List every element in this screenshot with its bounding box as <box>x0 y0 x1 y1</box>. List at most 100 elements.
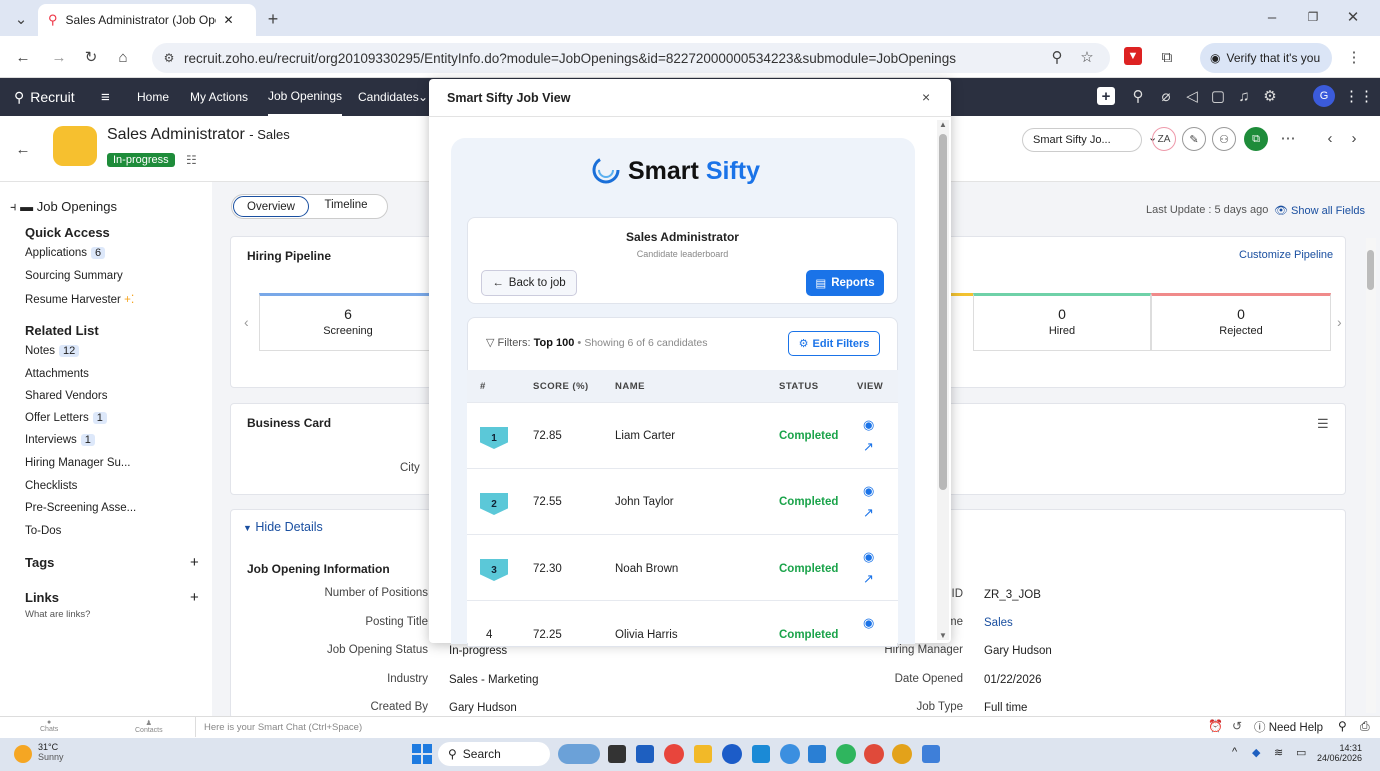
bell-icon[interactable]: ♫ <box>1234 86 1254 106</box>
field-value[interactable]: Sales - Marketing <box>449 674 538 686</box>
browser-menu-icon[interactable]: ⋮ <box>1344 46 1364 68</box>
sidebar-item-checklists[interactable]: Checklists <box>25 480 77 492</box>
extension-icon[interactable]: ▼ <box>1124 47 1142 65</box>
sidebar-item-attachments[interactable]: Attachments <box>25 368 89 380</box>
back-to-job-button[interactable]: ← Back to job <box>481 270 577 296</box>
filter-lines-icon[interactable]: ☰ <box>1317 416 1329 432</box>
sidebar-item-notes[interactable]: Notes 12 <box>25 345 80 357</box>
more-icon[interactable]: ⋯ <box>1278 128 1298 148</box>
windows-start-icon[interactable] <box>412 744 432 764</box>
show-all-fields[interactable]: 👁 Show all Fields <box>1274 204 1365 217</box>
ai-icon[interactable]: ZA <box>1152 127 1176 151</box>
edge-icon[interactable] <box>780 744 800 764</box>
zoom-icon[interactable]: ⚲ <box>1046 46 1068 68</box>
weather-widget[interactable]: 31°C Sunny <box>38 742 64 762</box>
pin-icon[interactable]: ⌀ <box>1156 86 1176 106</box>
new-tab-icon[interactable]: + <box>262 8 284 30</box>
chats-button[interactable]: ● Chats <box>40 719 58 733</box>
table-row[interactable]: 3 72.30 Noah Brown Completed ◉ ↗ <box>467 534 898 600</box>
tray-chevron-icon[interactable]: ^ <box>1232 746 1237 758</box>
pipeline-next-icon[interactable]: › <box>1337 314 1342 330</box>
add-link-icon[interactable]: + <box>190 589 199 606</box>
verify-button[interactable]: ◉ Verify that it's you <box>1200 43 1332 73</box>
hide-details-toggle[interactable]: ▼ Hide Details <box>243 520 323 534</box>
chrome-icon[interactable] <box>664 744 684 764</box>
tab-overview[interactable]: Overview <box>233 196 309 217</box>
table-row[interactable]: 2 72.55 John Taylor Completed ◉ ↗ <box>467 468 898 534</box>
contacts-button[interactable]: ♟ Contacts <box>135 719 163 734</box>
print-icon[interactable]: ⎙ <box>1360 719 1370 734</box>
minimize-icon[interactable]: – <box>1262 6 1282 28</box>
links-help[interactable]: What are links? <box>25 609 90 620</box>
table-row[interactable]: 1 72.85 Liam Carter Completed ◉ ↗ <box>467 402 898 468</box>
prev-record-icon[interactable]: ‹ <box>1320 128 1340 148</box>
scroll-up-icon[interactable]: ▲ <box>939 120 947 129</box>
sidebar-item-hiring-manager[interactable]: Hiring Manager Su... <box>25 457 130 469</box>
edit-filters-button[interactable]: ⚙ Edit Filters <box>788 331 880 356</box>
sidebar-back[interactable]: ⫞ ▬ Job Openings <box>10 199 117 215</box>
gear-icon[interactable]: ⚙ <box>1260 86 1280 106</box>
calendar-icon[interactable]: ▢ <box>1208 86 1228 106</box>
smart-chat-input[interactable]: Here is your Smart Chat (Ctrl+Space) <box>204 722 362 733</box>
customize-pipeline-link[interactable]: Customize Pipeline <box>1239 249 1333 261</box>
stage-screening[interactable]: 6 Screening <box>259 293 437 351</box>
clock[interactable]: 14:31 24/06/2026 <box>1316 743 1362 763</box>
need-help-button[interactable]: ⓘ Need Help <box>1254 719 1323 735</box>
smart-select[interactable]: Smart Sifty Jo... <box>1022 128 1142 152</box>
search-icon[interactable]: ⚲ <box>1128 86 1148 106</box>
store-icon[interactable] <box>752 745 770 763</box>
field-value[interactable]: Sales <box>984 617 1013 629</box>
nav-my-actions[interactable]: My Actions <box>190 78 248 116</box>
app-logo[interactable]: ⚲ Recruit <box>14 78 75 116</box>
sidebar-item-interviews[interactable]: Interviews 1 <box>25 434 95 446</box>
eye-icon[interactable]: ◉ <box>863 483 874 499</box>
forward-icon[interactable]: → <box>48 46 70 68</box>
url-bar[interactable]: recruit.zoho.eu/recruit/org20109330295/E… <box>152 43 1110 73</box>
file-explorer-icon[interactable] <box>694 745 712 763</box>
pipeline-prev-icon[interactable]: ‹ <box>244 314 249 330</box>
eye-icon[interactable]: ◉ <box>863 615 874 631</box>
avatar[interactable]: G <box>1313 85 1335 107</box>
home-icon[interactable]: ⌂ <box>112 46 134 68</box>
browser-tab[interactable]: ⚲ Sales Administrator (Job Openi ✕ <box>38 4 256 36</box>
external-link-icon[interactable]: ↗ <box>863 571 874 587</box>
field-value[interactable]: 01/22/2026 <box>984 674 1042 686</box>
restore-icon[interactable]: ❐ <box>1303 6 1323 28</box>
note-icon[interactable]: ✎ <box>1182 127 1206 151</box>
modal-close-icon[interactable]: × <box>922 89 930 105</box>
table-row[interactable]: 4 72.25 Olivia Harris Completed ◉ <box>467 600 898 643</box>
smart-sifty-icon[interactable]: ⧉ <box>1244 127 1268 151</box>
eye-icon[interactable]: ◉ <box>863 549 874 565</box>
opera-icon[interactable] <box>864 744 884 764</box>
nav-candidates[interactable]: Candidates <box>358 78 419 116</box>
reports-button[interactable]: ▤ Reports <box>806 270 884 296</box>
sidebar-item-offer-letters[interactable]: Offer Letters 1 <box>25 412 107 424</box>
extensions-puzzle-icon[interactable]: ⧉ <box>1156 46 1178 68</box>
assign-icon[interactable]: ⚇ <box>1212 127 1236 151</box>
field-value[interactable]: Gary Hudson <box>449 702 517 714</box>
scroll-down-icon[interactable]: ▼ <box>939 631 947 640</box>
nav-job-openings[interactable]: Job Openings <box>268 78 343 116</box>
bookmark-icon[interactable]: ☆ <box>1076 46 1098 68</box>
edit-status-icon[interactable]: ☷ <box>186 153 197 167</box>
add-icon[interactable]: + <box>1097 87 1115 105</box>
eye-icon[interactable]: ◉ <box>863 417 874 433</box>
hamburger-icon[interactable]: ≡ <box>101 78 110 116</box>
add-tag-icon[interactable]: + <box>190 554 199 571</box>
main-scrollbar[interactable] <box>1366 238 1376 713</box>
whatsapp-icon[interactable] <box>836 744 856 764</box>
battery-icon[interactable]: ▭ <box>1296 746 1306 759</box>
sidebar-item-applications[interactable]: Applications 6 <box>25 247 106 259</box>
app-icon[interactable] <box>636 745 654 763</box>
share-icon[interactable]: ◁ <box>1182 86 1202 106</box>
next-record-icon[interactable]: › <box>1344 128 1364 148</box>
photos-icon[interactable] <box>922 745 940 763</box>
tab-list-icon[interactable]: ⌄ <box>10 8 32 30</box>
alarm-icon[interactable]: ⏰ <box>1208 719 1223 733</box>
field-value[interactable]: Full time <box>984 702 1027 714</box>
chrome-canary-icon[interactable] <box>892 744 912 764</box>
back-icon[interactable]: ← <box>12 46 34 68</box>
external-link-icon[interactable]: ↗ <box>863 439 874 455</box>
taskbar-search[interactable]: ⚲ Search <box>438 742 550 766</box>
stage-hired[interactable]: 0 Hired <box>973 293 1151 351</box>
